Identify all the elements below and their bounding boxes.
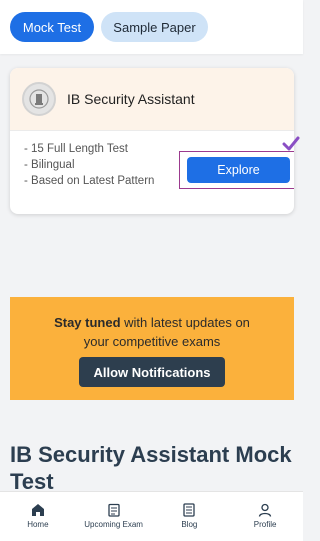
nav-blog[interactable]: Blog — [152, 492, 228, 541]
notification-text: Stay tuned with latest updates on your c… — [10, 313, 294, 351]
nav-label: Upcoming Exam — [84, 520, 143, 529]
notification-text-line2: your competitive exams — [83, 334, 221, 349]
feature-item: - Based on Latest Pattern — [24, 175, 155, 187]
blog-icon — [183, 503, 196, 517]
feature-item: - Bilingual — [24, 159, 75, 171]
exam-card: IB Security Assistant - 15 Full Length T… — [10, 68, 294, 214]
nav-label: Profile — [253, 520, 277, 529]
feature-list: - 15 Full Length Test - Bilingual - Base… — [24, 141, 154, 189]
exam-card-title: IB Security Assistant — [67, 91, 195, 107]
top-tab-bar: Mock Test Sample Paper — [0, 0, 303, 54]
nav-profile[interactable]: Profile — [227, 492, 303, 541]
allow-notifications-button[interactable]: Allow Notifications — [79, 357, 225, 387]
home-icon — [31, 504, 44, 516]
notification-text-line1: with latest updates on — [120, 315, 250, 330]
section-heading: IB Security Assistant Mock Test — [10, 442, 292, 494]
explore-button[interactable]: Explore — [187, 157, 290, 183]
nav-label: Blog — [181, 520, 198, 529]
bottom-nav: Home Upcoming Exam Blog Profile — [0, 491, 303, 541]
exam-card-header: IB Security Assistant — [10, 68, 294, 130]
feature-item: - 15 Full Length Test — [24, 143, 128, 155]
nav-home[interactable]: Home — [0, 492, 76, 541]
explore-highlight: Explore — [179, 151, 294, 189]
tab-mock-test[interactable]: Mock Test — [10, 12, 94, 42]
calendar-icon — [107, 503, 120, 517]
tab-sample-paper[interactable]: Sample Paper — [101, 12, 208, 42]
notification-banner: Stay tuned with latest updates on your c… — [10, 297, 294, 400]
emblem-icon — [22, 82, 56, 116]
notification-text-bold: Stay tuned — [54, 315, 121, 330]
nav-upcoming-exam[interactable]: Upcoming Exam — [76, 492, 152, 541]
check-mark-icon — [282, 136, 300, 151]
profile-icon — [258, 503, 272, 517]
nav-label: Home — [27, 520, 49, 529]
exam-card-body: - 15 Full Length Test - Bilingual - Base… — [10, 130, 294, 214]
